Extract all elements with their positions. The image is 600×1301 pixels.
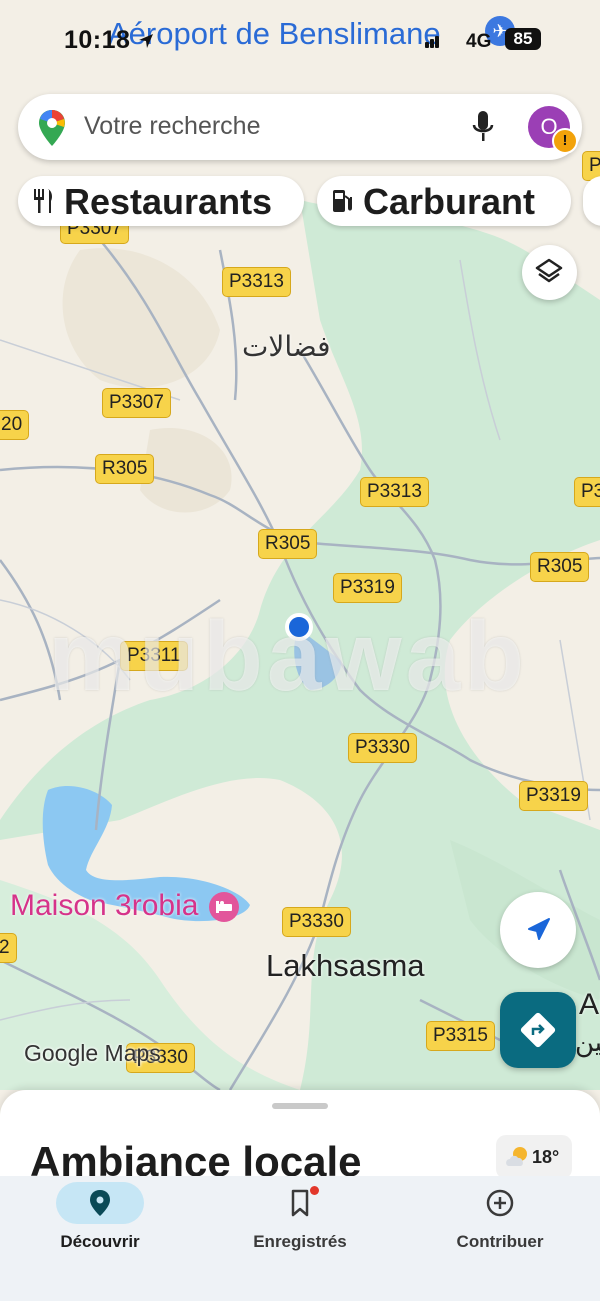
road-shield: P3315 bbox=[426, 1021, 495, 1051]
nav-label: Contribuer bbox=[456, 1232, 544, 1251]
road-shield: 20 bbox=[0, 410, 30, 440]
watermark: mubawab bbox=[48, 601, 528, 711]
road-shield: P3330 bbox=[282, 907, 351, 937]
weather-badge[interactable]: 18° bbox=[496, 1135, 572, 1179]
chip-restaurants[interactable]: Restaurants bbox=[18, 176, 304, 226]
nav-label: Découvrir bbox=[60, 1232, 140, 1251]
road-shield: P3307 bbox=[102, 388, 171, 418]
hotel-icon bbox=[208, 891, 239, 922]
partial-place-label-arabic: عين bbox=[575, 1028, 600, 1058]
map-attribution: Google Maps bbox=[24, 1040, 161, 1066]
fuel-pump-icon bbox=[333, 190, 352, 212]
navigation-arrow-icon bbox=[528, 918, 550, 940]
poi-label: Maison 3robia bbox=[10, 889, 199, 922]
location-pin-icon bbox=[90, 1190, 110, 1216]
location-arrow-icon bbox=[138, 34, 153, 49]
chip-fuel[interactable]: Carburant bbox=[317, 176, 571, 226]
poi-maison-3robia[interactable]: Maison 3robia bbox=[10, 889, 239, 926]
airport-label[interactable]: Aéroport de Benslimane bbox=[108, 16, 441, 52]
road-shield: R305 bbox=[530, 552, 590, 582]
alert-icon: ! bbox=[552, 128, 578, 154]
directions-button[interactable] bbox=[500, 992, 576, 1068]
nav-saved[interactable]: Enregistrés bbox=[200, 1176, 400, 1301]
road-shield: P3313 bbox=[222, 267, 291, 297]
recenter-button[interactable] bbox=[500, 892, 576, 968]
google-maps-pin-icon bbox=[39, 110, 65, 146]
partly-cloudy-icon bbox=[506, 1147, 527, 1166]
layers-icon bbox=[535, 258, 563, 283]
layers-button[interactable] bbox=[522, 245, 577, 300]
notification-dot bbox=[310, 1186, 319, 1195]
fork-knife-icon bbox=[34, 189, 52, 213]
bottom-navigation: Découvrir Enregistrés Contribuer bbox=[0, 1176, 600, 1301]
road-shield: 2 bbox=[0, 933, 17, 963]
chip-label: Restaurants bbox=[64, 181, 273, 222]
place-label-arabic: فضالات bbox=[242, 330, 331, 363]
add-circle-icon bbox=[486, 1189, 514, 1217]
nav-label: Enregistrés bbox=[253, 1232, 347, 1251]
network-type: 4G bbox=[466, 31, 492, 52]
partial-place-label: Ain bbox=[579, 988, 600, 1021]
signal-icon bbox=[425, 36, 439, 48]
search-bar[interactable]: Votre recherche O ! bbox=[18, 94, 582, 160]
road-shield: R305 bbox=[95, 454, 155, 484]
road-shield: P3 bbox=[574, 477, 600, 507]
nav-discover[interactable]: Découvrir bbox=[0, 1176, 200, 1301]
directions-icon bbox=[520, 1012, 556, 1048]
road-shield: R305 bbox=[258, 529, 318, 559]
chip-label: Carburant bbox=[363, 181, 536, 222]
microphone-icon[interactable] bbox=[470, 109, 496, 145]
temperature: 18° bbox=[532, 1147, 560, 1167]
road-shield: P3319 bbox=[519, 781, 588, 811]
road-shield: P3313 bbox=[360, 477, 429, 507]
nav-contribute[interactable]: Contribuer bbox=[400, 1176, 600, 1301]
status-bar: Aéroport de Benslimane ✈ 10:18 4G 85 bbox=[0, 0, 600, 80]
battery-indicator: 85 bbox=[505, 28, 541, 50]
search-input[interactable]: Votre recherche bbox=[84, 112, 261, 141]
road-shield: P3330 bbox=[348, 733, 417, 763]
road-shield: P3319 bbox=[333, 573, 402, 603]
status-time: 10:18 bbox=[64, 26, 154, 55]
town-label: Lakhsasma bbox=[266, 948, 425, 983]
sheet-drag-handle[interactable] bbox=[272, 1103, 328, 1109]
